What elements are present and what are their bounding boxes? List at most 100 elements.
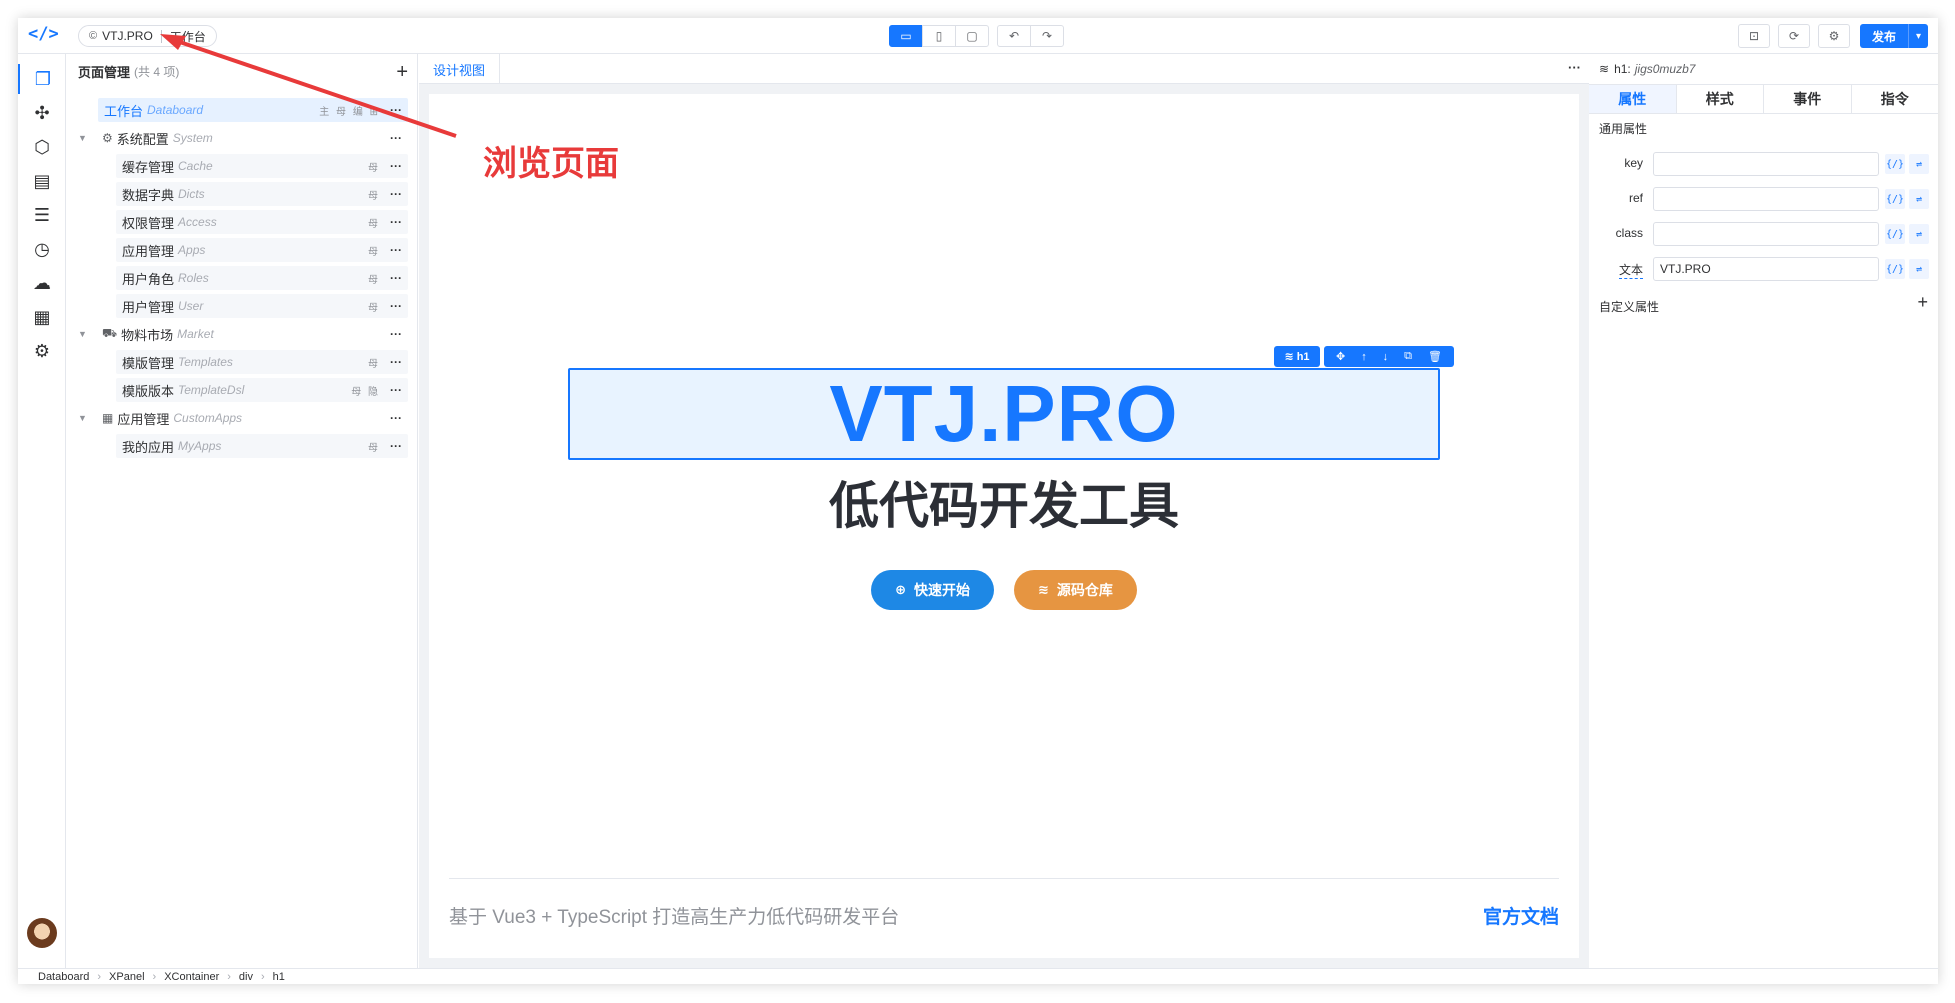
apps-rail-button[interactable]: ▦ (18, 302, 66, 332)
publish-menu-button[interactable]: ▾ (1908, 24, 1928, 48)
bind-expression-icon[interactable]: {/} (1885, 259, 1905, 279)
more-icon[interactable]: ··· (390, 411, 402, 425)
add-custom-prop-button[interactable]: + (1917, 292, 1928, 313)
more-icon[interactable]: ··· (390, 243, 402, 257)
desktop-view-button[interactable]: ▭ (889, 25, 923, 47)
settings-button[interactable]: ⚙ (1817, 24, 1850, 48)
more-icon[interactable]: ··· (390, 327, 402, 341)
move-icon[interactable]: ✥ (1336, 350, 1345, 363)
path-item[interactable]: Databoard (38, 971, 89, 983)
design-canvas[interactable]: ≋ h1 ✥ ↑ ↓ ⧉ 🗑 VTJ.PRO 低代码开发工具 ⊕ 快速开始 ≋ 源码仓… (429, 94, 1579, 958)
tree-row-databoard[interactable]: 工作台 Databoard 主 母 编 ⊞ ··· (98, 98, 408, 122)
selected-node-title: ≋ h1: jigs0muzb7 (1599, 62, 1696, 76)
more-icon[interactable]: ··· (390, 299, 402, 313)
copy-icon[interactable]: ⧉ (1404, 350, 1412, 363)
tab-styles[interactable]: 样式 (1676, 85, 1764, 113)
trash-icon[interactable]: 🗑 (1428, 350, 1442, 363)
subtitle-heading[interactable]: 低代码开发工具 (568, 466, 1440, 538)
more-icon[interactable]: ··· (390, 271, 402, 285)
swap-icon[interactable]: ⇌ (1909, 224, 1929, 244)
redo-button[interactable]: ↷ (1030, 25, 1064, 47)
quick-start-button[interactable]: ⊕ 快速开始 (871, 570, 994, 610)
bind-expression-icon[interactable]: {/} (1885, 189, 1905, 209)
path-item[interactable]: XContainer (164, 971, 219, 983)
more-icon[interactable]: ··· (390, 103, 402, 117)
add-page-button[interactable]: + (396, 61, 408, 84)
swap-icon[interactable]: ⇌ (1909, 189, 1929, 209)
bind-expression-icon[interactable]: {/} (1885, 224, 1905, 244)
project-breadcrumb[interactable]: © VTJ.PRO 工作台 (78, 25, 217, 47)
caret-down-icon[interactable]: ▼ (78, 329, 87, 339)
more-icon[interactable]: ··· (390, 215, 402, 229)
tree-row-templatedsl[interactable]: 模版版本 TemplateDsl 母 隐 ··· (116, 378, 408, 402)
preview-button[interactable]: ⊡ (1737, 24, 1770, 48)
tree-row-cache[interactable]: 缓存管理 Cache 母 ··· (116, 154, 408, 178)
tab-design-view[interactable]: 设计视图 (419, 54, 501, 84)
more-icon[interactable]: ··· (390, 187, 402, 201)
undo-button[interactable]: ↶ (997, 25, 1031, 47)
user-avatar[interactable] (27, 918, 57, 948)
path-item[interactable]: h1 (273, 971, 285, 983)
path-item[interactable]: div (239, 971, 253, 983)
tree-row-system[interactable]: ▼ ⚙ 系统配置 System ··· (78, 126, 408, 150)
tree-row-market[interactable]: ▼ ⛟ 物料市场 Market ··· (78, 322, 408, 346)
api-rail-button[interactable]: ☁ (18, 268, 66, 298)
tab-props[interactable]: 属性 (1589, 85, 1677, 113)
page-count: (共 4 项) (134, 64, 180, 79)
monitor-icon: ▭ (900, 29, 912, 43)
config-rail-button[interactable]: ⚙ (18, 336, 66, 366)
annotation-label: 浏览页面 (483, 145, 619, 183)
source-repo-button[interactable]: ≋ 源码仓库 (1014, 570, 1137, 610)
tree-row-templates[interactable]: 模版管理 Templates 母 ··· (116, 350, 408, 374)
selected-h1-heading[interactable]: VTJ.PRO (568, 368, 1440, 460)
publish-button[interactable]: 发布 (1859, 24, 1908, 48)
mobile-view-button[interactable]: ▯ (922, 25, 956, 47)
hero-buttons: ⊕ 快速开始 ≋ 源码仓库 (429, 570, 1579, 610)
tree-row-customapps[interactable]: ▼ ▦ 应用管理 CustomApps ··· (78, 406, 408, 430)
custom-props-heading: 自定义属性 (1599, 300, 1660, 314)
current-page-name[interactable]: 工作台 (170, 28, 206, 45)
prop-ref-input[interactable] (1653, 187, 1879, 211)
docs-link[interactable]: 官方文档 (1483, 902, 1559, 929)
selected-node-tag[interactable]: ≋ h1 (1274, 346, 1320, 367)
more-icon[interactable]: ··· (1568, 60, 1581, 75)
tree-row-roles[interactable]: 用户角色 Roles 母 ··· (116, 266, 408, 290)
prop-class-input[interactable] (1653, 222, 1879, 246)
tab-events[interactable]: 事件 (1764, 85, 1852, 113)
more-icon[interactable]: ··· (390, 439, 402, 453)
tree-row-dicts[interactable]: 数据字典 Dicts 母 ··· (116, 182, 408, 206)
tablet-view-button[interactable]: ▢ (955, 25, 989, 47)
tree-row-myapps[interactable]: 我的应用 MyApps 母 ··· (116, 434, 408, 458)
tree-row-apps[interactable]: 应用管理 Apps 母 ··· (116, 238, 408, 262)
project-name[interactable]: VTJ.PRO (102, 29, 153, 43)
layout-rail-button[interactable]: ▤ (18, 166, 66, 196)
swap-icon[interactable]: ⇌ (1909, 154, 1929, 174)
history-rail-button[interactable]: ◷ (18, 234, 66, 264)
more-icon[interactable]: ··· (390, 159, 402, 173)
tab-directives[interactable]: 指令 (1851, 85, 1938, 113)
page-manager-panel: 页面管理 (共 4 项) + 工作台 Databoard 主 母 编 ⊞ ··· ▼… (66, 54, 418, 968)
phone-icon: ▯ (935, 29, 943, 43)
more-icon[interactable]: ··· (390, 131, 402, 145)
swap-icon[interactable]: ⇌ (1909, 259, 1929, 279)
puzzle-icon: ✣ (34, 102, 50, 123)
more-icon[interactable]: ··· (390, 383, 402, 397)
prop-text-input[interactable] (1653, 257, 1879, 281)
plugins-rail-button[interactable]: ✣ (18, 98, 66, 128)
code-logo-icon[interactable]: </> (28, 24, 59, 48)
tree-row-access[interactable]: 权限管理 Access 母 ··· (116, 210, 408, 234)
components-rail-button[interactable]: ⬡ (18, 132, 66, 162)
prop-key-input[interactable] (1653, 152, 1879, 176)
copyright-icon: © (89, 30, 98, 42)
arrow-up-icon[interactable]: ↑ (1361, 351, 1367, 363)
arrow-down-icon[interactable]: ↓ (1383, 351, 1389, 363)
path-item[interactable]: XPanel (109, 971, 144, 983)
pages-rail-button[interactable]: ❐ (18, 64, 66, 94)
caret-down-icon[interactable]: ▼ (78, 413, 87, 423)
tree-row-user[interactable]: 用户管理 User 母 ··· (116, 294, 408, 318)
more-icon[interactable]: ··· (390, 355, 402, 369)
bind-expression-icon[interactable]: {/} (1885, 154, 1905, 174)
refresh-button[interactable]: ⟳ (1777, 24, 1810, 48)
outline-rail-button[interactable]: ☰ (18, 200, 66, 230)
caret-down-icon[interactable]: ▼ (78, 133, 87, 143)
